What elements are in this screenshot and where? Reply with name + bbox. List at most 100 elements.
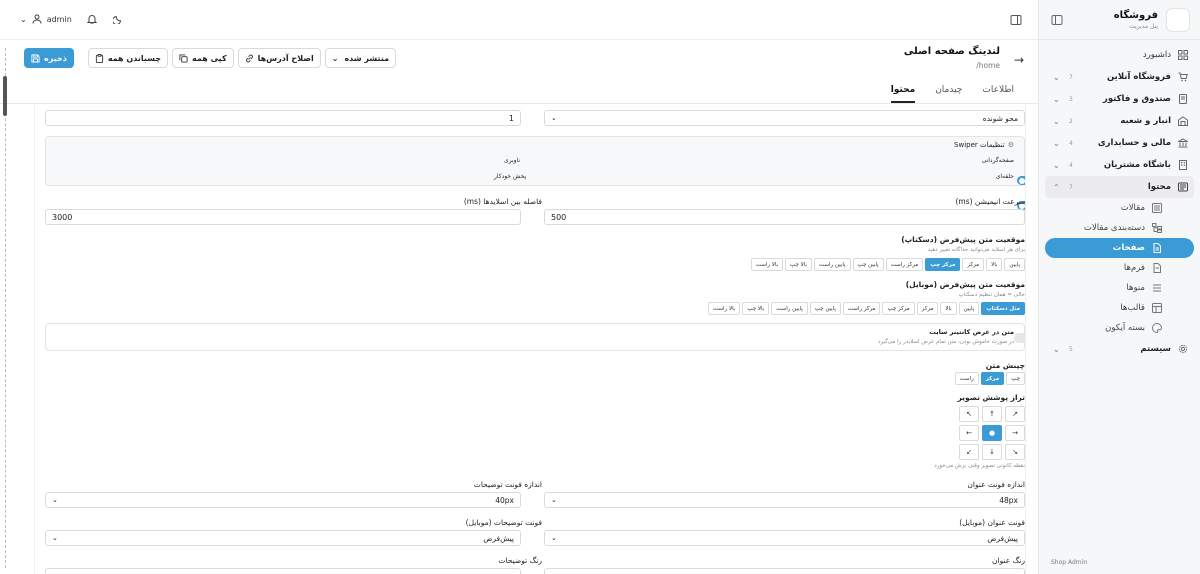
sidebar-item-templates[interactable]: قالب‌ها (1045, 298, 1194, 318)
anim-speed-value: 500 (551, 212, 567, 222)
sidebar-group-system[interactable]: سیستم 5 ⌄ (1045, 338, 1194, 360)
menu-lines-icon (1151, 283, 1162, 294)
sidebar-collapse-icon[interactable] (1051, 14, 1063, 26)
cover-cell[interactable]: ↙ (959, 444, 979, 460)
sidebar-group-count: 7 (1069, 73, 1073, 81)
status-select[interactable]: ⌄ منتشر شده (324, 48, 397, 68)
sidebar-item-icon-pack[interactable]: بسته آیکون (1045, 318, 1194, 338)
title-font-select[interactable]: 48px ⌄ (544, 492, 1025, 508)
copy-all-button[interactable]: کپی همه (172, 48, 234, 68)
mobile-pos-option[interactable]: مرکز راست (842, 302, 881, 315)
chevron-down-icon: ⌄ (551, 496, 557, 504)
chevron-down-icon: ⌄ (1053, 116, 1060, 126)
brand-name: فروشگاه (1113, 10, 1158, 21)
title-font-mobile-select[interactable]: پیش‌فرض ⌄ (544, 530, 1025, 546)
cover-cell[interactable]: ↗ (1005, 406, 1025, 422)
file-icon (1151, 243, 1162, 254)
count-input[interactable]: 1 (45, 110, 521, 126)
desc-color-input[interactable] (45, 568, 521, 574)
desktop-pos-option[interactable]: پایین (1004, 258, 1025, 271)
sidebar-item-pages[interactable]: صفحات (1045, 238, 1194, 258)
desc-color-label: رنگ توضیحات (498, 556, 542, 565)
sidebar-group-label: صندوق و فاکتور (1102, 94, 1171, 104)
mobile-pos-option[interactable]: مرکز چپ (882, 302, 915, 315)
container-width-toggle[interactable] (1014, 333, 1025, 343)
chevron-up-icon: ⌃ (1053, 182, 1060, 192)
brand[interactable]: فروشگاه پنل مدیریت (1114, 8, 1190, 32)
tab-info[interactable]: اطلاعات (982, 80, 1014, 103)
mobile-pos-option[interactable]: مرکز (916, 302, 939, 315)
tab-content[interactable]: محتوا (890, 80, 916, 103)
chevron-down-icon: ⌄ (1053, 160, 1060, 170)
scrollbar-thumb[interactable] (3, 76, 7, 116)
desktop-pos-option[interactable]: مرکز راست (885, 258, 924, 271)
save-icon (31, 53, 40, 63)
title-color-input[interactable] (544, 568, 1025, 574)
pagination-toggle[interactable] (1017, 176, 1025, 185)
sidebar-item-article-categories[interactable]: دسته‌بندی مقالات (1045, 218, 1194, 238)
align-option[interactable]: مرکز (980, 372, 1005, 385)
desktop-pos-option[interactable]: مرکز (962, 258, 985, 271)
sidebar-group-label: محتوا (1147, 182, 1171, 192)
anim-speed-input[interactable]: 500 (544, 209, 1025, 225)
sidebar-group-count: 5 (1069, 345, 1073, 353)
mobile-pos-option[interactable]: پایین چپ (809, 302, 841, 315)
user-menu[interactable]: ⌄ admin (20, 13, 72, 25)
paste-all-button[interactable]: چسباندن همه (87, 48, 169, 68)
chevron-down-icon: ⌄ (52, 534, 58, 542)
fix-urls-button[interactable]: اصلاح آدرس‌ها (237, 48, 321, 68)
moon-icon[interactable] (112, 13, 124, 25)
panel-toggle-icon[interactable] (1010, 14, 1022, 26)
mobile-pos-option[interactable]: مثل دسکتاپ (981, 302, 1025, 315)
mobile-pos-option[interactable]: بالا راست (708, 302, 741, 315)
sidebar-group-warehouse[interactable]: انبار و شعبه 2 ⌄ (1045, 110, 1194, 132)
desktop-pos-option[interactable]: بالا (986, 258, 1003, 271)
cover-cell[interactable]: ↘ (1005, 444, 1025, 460)
desktop-pos-option[interactable]: پایین راست (814, 258, 851, 271)
navigation-label: ناوبری (504, 157, 521, 164)
gear-icon: ⚙ (1007, 141, 1014, 149)
sidebar-group-customer-club[interactable]: باشگاه مشتریان 4 ⌄ (1045, 154, 1194, 176)
desc-font-mobile-select[interactable]: پیش‌فرض ⌄ (45, 530, 521, 546)
cover-cell[interactable]: ← (959, 425, 979, 441)
sidebar-group-cashbox[interactable]: صندوق و فاکتور 3 ⌄ (1045, 88, 1194, 110)
sidebar-group-finance[interactable]: مالی و حسابداری 4 ⌄ (1045, 132, 1194, 154)
desc-font-select[interactable]: 40px ⌄ (45, 492, 521, 508)
scrollbar[interactable] (0, 40, 10, 574)
cover-hint: نقطه کانونی تصویر وقتی برش می‌خورد (934, 463, 1025, 469)
align-option[interactable]: راست (954, 372, 979, 385)
bell-icon[interactable] (86, 13, 98, 25)
mobile-pos-option[interactable]: بالا (940, 302, 957, 315)
slide-gap-value: 3000 (52, 212, 73, 222)
article-icon (1151, 203, 1162, 214)
chevron-down-icon: ⌄ (1053, 344, 1060, 354)
tab-layout[interactable]: چیدمان (935, 80, 962, 103)
save-button[interactable]: ذخیره (24, 48, 74, 68)
sidebar-item-menus[interactable]: منوها (1045, 278, 1194, 298)
sidebar-item-forms[interactable]: فرم‌ها (1045, 258, 1194, 278)
cover-cell[interactable]: ↓ (982, 444, 1002, 460)
sidebar-nav: داشبورد فروشگاه آنلاین 7 ⌄ صندوق و فاکتو… (1045, 44, 1194, 360)
sidebar-item-articles[interactable]: مقالات (1045, 198, 1194, 218)
desktop-pos-option[interactable]: مرکز چپ (925, 258, 961, 271)
slide-gap-input[interactable]: 3000 (45, 209, 521, 225)
mobile-pos-option[interactable]: پایین (958, 302, 980, 315)
sidebar-group-online-store[interactable]: فروشگاه آنلاین 7 ⌄ (1045, 66, 1194, 88)
cover-cell[interactable]: ↖ (959, 406, 979, 422)
sidebar-group-content[interactable]: محتوا 7 ⌃ (1045, 176, 1194, 198)
mobile-pos-option[interactable]: بالا چپ (742, 302, 770, 315)
mobile-pos-label: موقعیت متن پیش‌فرض (موبایل) (905, 280, 1025, 289)
sidebar-group-label: فروشگاه آنلاین (1106, 72, 1171, 82)
sidebar-item-dashboard[interactable]: داشبورد (1045, 44, 1194, 66)
layout-icon (1151, 303, 1162, 314)
cover-cell[interactable]: ↑ (982, 406, 1002, 422)
cover-cell[interactable]: → (1005, 425, 1025, 441)
desktop-pos-option[interactable]: بالا راست (750, 258, 784, 271)
effect-select[interactable]: محو شونده ⌄ (544, 110, 1025, 126)
desktop-pos-option[interactable]: پایین چپ (852, 258, 884, 271)
align-option[interactable]: چپ (1006, 372, 1025, 385)
cover-cell[interactable]: ● (982, 425, 1002, 441)
arrow-right-icon[interactable]: → (1014, 53, 1024, 67)
desktop-pos-option[interactable]: بالا چپ (785, 258, 813, 271)
mobile-pos-option[interactable]: پایین راست (771, 302, 808, 315)
